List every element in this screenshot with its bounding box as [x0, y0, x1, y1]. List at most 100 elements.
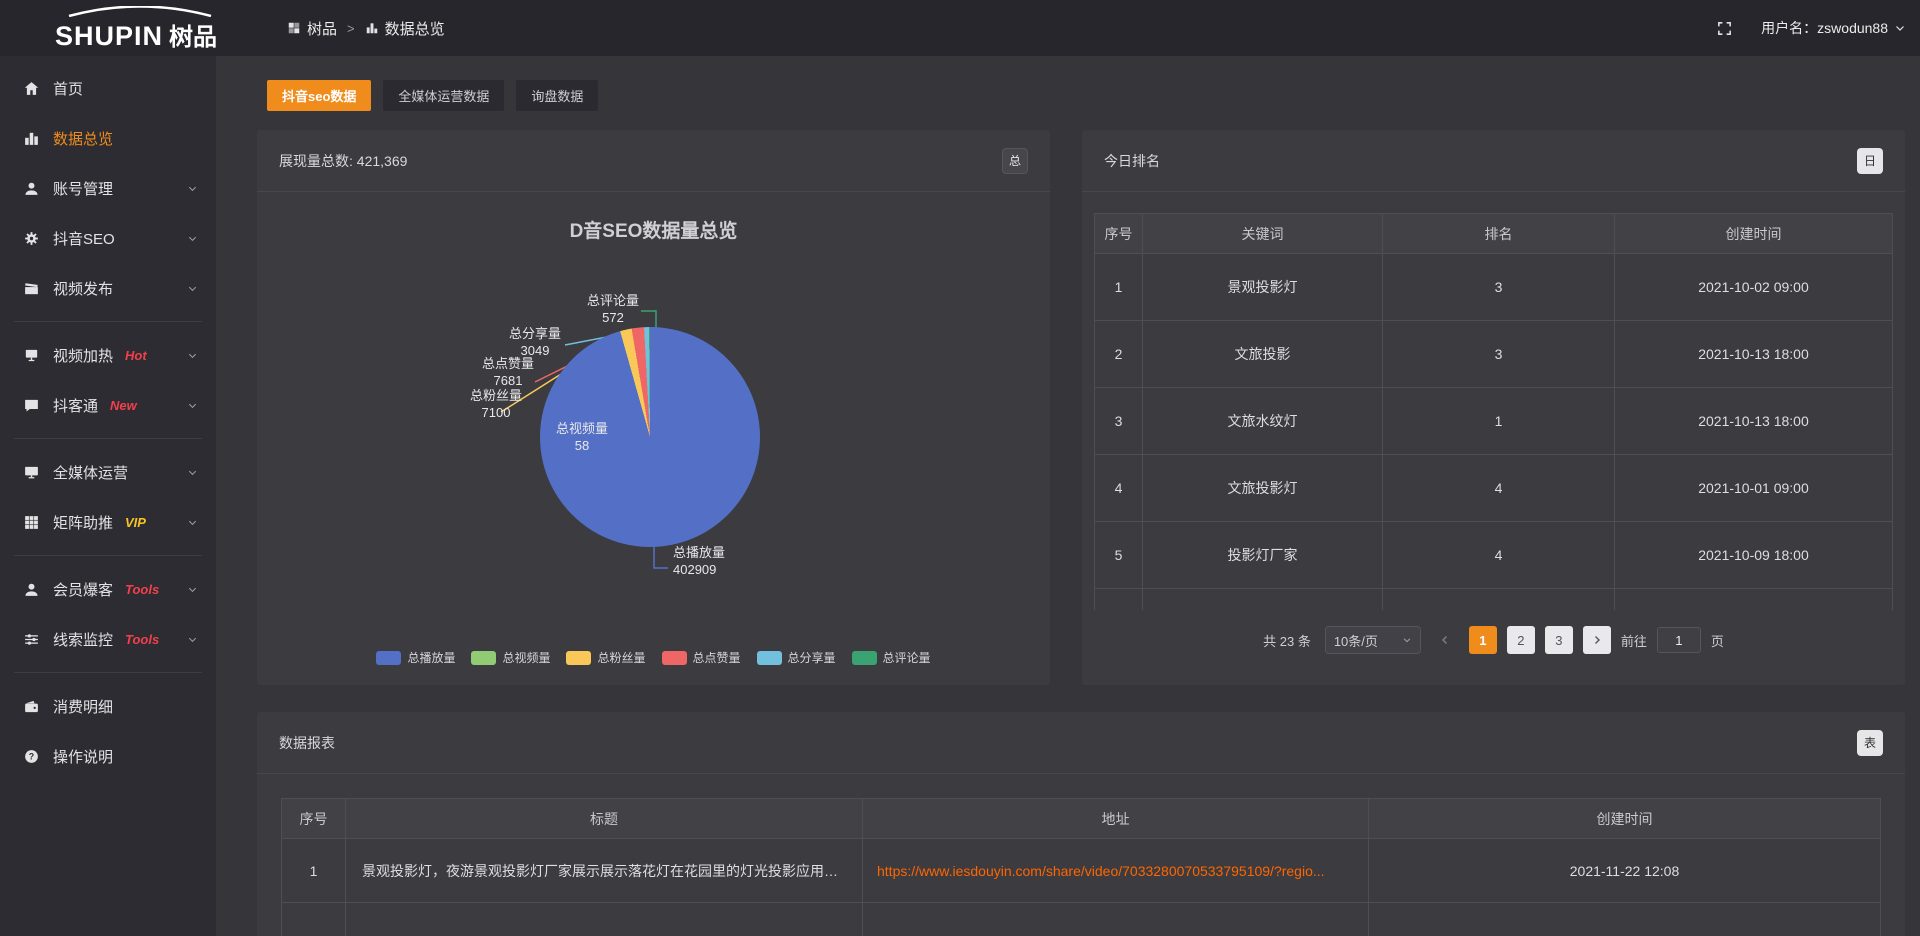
question-circle-icon: ? — [23, 748, 40, 765]
legend-chip — [376, 651, 401, 665]
goto-label: 前往 — [1621, 631, 1647, 650]
pagination: 共 23 条 10条/页 1 2 3 前往 页 — [1094, 626, 1893, 654]
rank-table: 序号 关键词 排名 创建时间 1 景观投影灯 3 2021-10 — [1094, 213, 1893, 610]
tab-inquiry-data[interactable]: 询盘数据 — [516, 80, 598, 111]
pie-chart: D音SEO数据量总览 总评论量572 总分享量3049 总点赞量7681 — [257, 192, 1050, 684]
main-content: 抖音seo数据 全媒体运营数据 询盘数据 展现量总数: 421,369 总 D音… — [216, 56, 1920, 936]
sidebar: 首页 数据总览 账号管理 抖音SEO 视频发布 视频加热 Hot — [0, 56, 216, 936]
breadcrumb-separator: > — [347, 21, 355, 36]
sidebar-item-lead-monitor[interactable]: 线索监控 Tools — [0, 614, 216, 664]
table-row: 2 文旅投影 3 2021-10-13 18:00 — [1095, 321, 1893, 388]
page-button-2[interactable]: 2 — [1507, 626, 1535, 654]
legend-item-fans[interactable]: 总粉丝量 — [566, 649, 645, 666]
pie-label-plays: 总播放量402909 — [673, 544, 757, 578]
table-row-partial — [282, 903, 1881, 936]
table-row: 3 文旅水纹灯 1 2021-10-13 18:00 — [1095, 388, 1893, 455]
top-header: SHUPIN 树品 树品 > 数据总览 — [0, 0, 1920, 56]
logo-arc — [55, 6, 225, 17]
table-row-partial — [1095, 589, 1893, 611]
tools-badge: Tools — [125, 582, 159, 597]
table-view-toggle-button[interactable]: 表 — [1857, 730, 1883, 756]
sidebar-item-video-heat[interactable]: 视频加热 Hot — [0, 330, 216, 380]
breadcrumb-label: 树品 — [307, 18, 337, 39]
page-size-select[interactable]: 10条/页 — [1325, 626, 1421, 654]
pie-label-videos: 总视频量58 — [540, 420, 624, 454]
table-row: 1 景观投影灯，夜游景观投影灯厂家展示展示落花灯在花园里的灯光投影应用效果 # … — [282, 839, 1881, 903]
pagination-total: 共 23 条 — [1263, 631, 1311, 650]
pie-label-fans: 总粉丝量7100 — [454, 387, 538, 421]
goto-page-input[interactable] — [1657, 627, 1701, 653]
chevron-down-icon — [1402, 635, 1412, 645]
legend-item-plays[interactable]: 总播放量 — [376, 649, 455, 666]
chevron-down-icon — [187, 517, 198, 528]
data-tabs: 抖音seo数据 全媒体运营数据 询盘数据 — [267, 80, 598, 111]
breadcrumb-item-home[interactable]: 树品 — [287, 18, 337, 39]
username-label: 用户名：zswodun88 — [1761, 18, 1888, 38]
legend-chip — [566, 651, 591, 665]
legend-chip — [662, 651, 687, 665]
col-header: 序号 — [282, 799, 346, 839]
next-page-button[interactable] — [1583, 626, 1611, 654]
sidebar-item-account[interactable]: 账号管理 — [0, 163, 216, 213]
sidebar-item-douyin-seo[interactable]: 抖音SEO — [0, 213, 216, 263]
app-grid-icon — [287, 21, 301, 35]
user-menu[interactable]: 用户名：zswodun88 — [1761, 18, 1906, 38]
tab-media-ops-data[interactable]: 全媒体运营数据 — [383, 80, 504, 111]
col-header: 关键词 — [1143, 214, 1383, 254]
sidebar-item-video-publish[interactable]: 视频发布 — [0, 263, 216, 313]
legend-item-comments[interactable]: 总评论量 — [852, 649, 931, 666]
chevron-down-icon — [187, 283, 198, 294]
pie-label-likes: 总点赞量7681 — [466, 355, 550, 389]
app: SHUPIN 树品 树品 > 数据总览 — [0, 0, 1920, 936]
chevron-down-icon — [187, 350, 198, 361]
legend-chip — [471, 651, 496, 665]
sidebar-item-home[interactable]: 首页 — [0, 63, 216, 113]
report-table-wrap: 序号 标题 地址 创建时间 1 景观投影灯，夜游景观投影灯厂家展示展示落花灯在花… — [281, 798, 1881, 936]
impressions-total: 展现量总数: 421,369 — [279, 151, 407, 171]
prev-page-button[interactable] — [1431, 626, 1459, 654]
sidebar-item-spend-detail[interactable]: 消费明细 — [0, 681, 216, 731]
tab-douyin-seo-data[interactable]: 抖音seo数据 — [267, 80, 371, 111]
chevron-down-icon — [1894, 22, 1906, 34]
header-actions: 用户名：zswodun88 — [1716, 0, 1906, 56]
sidebar-item-member-blast[interactable]: 会员爆客 Tools — [0, 564, 216, 614]
col-header: 序号 — [1095, 214, 1143, 254]
chart-legend: 总播放量 总视频量 总粉丝量 总点赞量 总分享量 总评论量 — [257, 649, 1050, 666]
logo-text-cn: 树品 — [169, 17, 217, 52]
sidebar-item-matrix-boost[interactable]: 矩阵助推 VIP — [0, 497, 216, 547]
sidebar-item-douketong[interactable]: 抖客通 New — [0, 380, 216, 430]
page-button-1[interactable]: 1 — [1469, 626, 1497, 654]
total-view-toggle-button[interactable]: 总 — [1002, 148, 1028, 174]
sidebar-item-data-overview[interactable]: 数据总览 — [0, 113, 216, 163]
day-view-toggle-button[interactable]: 日 — [1857, 148, 1883, 174]
table-header-row: 序号 标题 地址 创建时间 — [282, 799, 1881, 839]
chevron-down-icon — [187, 400, 198, 411]
monitor-icon — [23, 464, 40, 481]
col-header: 创建时间 — [1369, 799, 1881, 839]
col-header: 排名 — [1383, 214, 1615, 254]
pie-label-comments: 总评论量572 — [571, 292, 655, 326]
screen-icon — [23, 347, 40, 364]
svg-text:?: ? — [29, 751, 34, 761]
video-link[interactable]: https://www.iesdouyin.com/share/video/70… — [877, 863, 1325, 879]
grid-icon — [23, 514, 40, 531]
clapperboard-icon — [23, 280, 40, 297]
chart-title: D音SEO数据量总览 — [257, 192, 1050, 243]
sidebar-item-media-ops[interactable]: 全媒体运营 — [0, 447, 216, 497]
report-table: 序号 标题 地址 创建时间 1 景观投影灯，夜游景观投影灯厂家展示展示落花灯在花… — [281, 798, 1881, 936]
overview-panel-header: 展现量总数: 421,369 总 — [257, 130, 1050, 192]
page-button-3[interactable]: 3 — [1545, 626, 1573, 654]
wallet-icon — [23, 698, 40, 715]
sidebar-item-help[interactable]: ? 操作说明 — [0, 731, 216, 781]
legend-item-shares[interactable]: 总分享量 — [757, 649, 836, 666]
legend-chip — [852, 651, 877, 665]
breadcrumb-item-data-overview[interactable]: 数据总览 — [365, 18, 445, 39]
sidebar-divider — [14, 438, 202, 439]
legend-item-videos[interactable]: 总视频量 — [471, 649, 550, 666]
breadcrumb: 树品 > 数据总览 — [287, 0, 445, 56]
fullscreen-icon[interactable] — [1716, 20, 1733, 37]
logo-text-en: SHUPIN — [55, 21, 163, 52]
legend-item-likes[interactable]: 总点赞量 — [662, 649, 741, 666]
report-panel: 数据报表 表 序号 标题 地址 创建时间 — [257, 712, 1905, 936]
col-header: 标题 — [346, 799, 863, 839]
